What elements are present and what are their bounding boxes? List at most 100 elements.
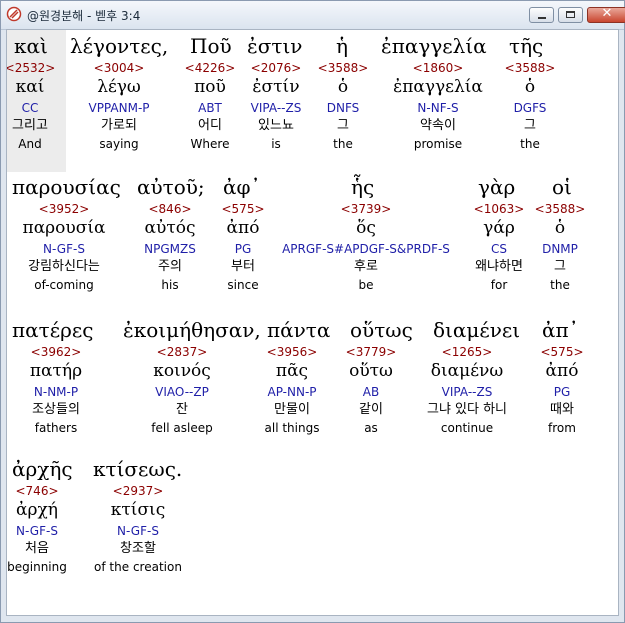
strong-number[interactable]: <575>: [540, 345, 583, 359]
english-gloss: from: [548, 421, 576, 435]
korean-gloss: 주의: [158, 259, 182, 274]
greek-lexical-form: ὁ: [337, 77, 349, 97]
title-bar[interactable]: @원경분해 - 벧후 3:4 ✕: [1, 1, 625, 30]
english-gloss: as: [364, 421, 378, 435]
korean-gloss: 약속이: [420, 118, 456, 133]
english-gloss: all things: [264, 421, 320, 435]
strong-number[interactable]: <575>: [221, 202, 264, 216]
strong-number[interactable]: <1860>: [413, 61, 464, 75]
greek-inflected-word[interactable]: ἐπαγγελία: [381, 34, 487, 58]
strong-number[interactable]: <1265>: [442, 345, 493, 359]
greek-lexical-form: ἀπό: [545, 361, 579, 381]
parsing-code: N-GF-S: [117, 524, 159, 538]
greek-inflected-word[interactable]: αὐτοῦ;: [137, 175, 205, 199]
english-gloss: of-coming: [34, 278, 94, 292]
parsing-code: N-NM-P: [33, 385, 79, 399]
korean-gloss: 같이: [359, 402, 383, 417]
english-gloss: Where: [190, 137, 230, 151]
strong-number[interactable]: <3588>: [318, 61, 369, 75]
greek-lexical-form: ἀπό: [226, 218, 260, 238]
parsing-code: ABT: [198, 101, 222, 115]
greek-inflected-word[interactable]: λέγοντες,: [70, 34, 168, 58]
parsing-code: PG: [234, 242, 252, 256]
english-gloss: since: [227, 278, 259, 292]
greek-inflected-word[interactable]: πατέρες: [12, 318, 93, 342]
greek-inflected-word[interactable]: κτίσεως.: [93, 457, 182, 481]
strong-number[interactable]: <4226>: [185, 61, 236, 75]
korean-gloss: 그: [554, 259, 566, 274]
english-gloss: fathers: [34, 421, 78, 435]
greek-lexical-form: κοινός: [153, 361, 211, 381]
strong-number[interactable]: <2837>: [157, 345, 208, 359]
maximize-button[interactable]: [558, 7, 583, 23]
greek-lexical-form: ἐπαγγελία: [393, 77, 483, 97]
korean-gloss: 그: [337, 118, 349, 133]
greek-lexical-form: αὐτός: [144, 218, 196, 238]
greek-lexical-form: ὁ: [554, 218, 566, 238]
strong-number[interactable]: <3588>: [535, 202, 586, 216]
interlinear-panel[interactable]: καὶ <2532> καί CC 그리고 And λέγοντες, <3004> λέγω V…: [6, 29, 619, 616]
maximize-icon: [566, 11, 575, 18]
greek-lexical-form: ἀρχή: [16, 500, 58, 520]
strong-number[interactable]: <3588>: [505, 61, 556, 75]
greek-lexical-form: οὕτω: [349, 361, 393, 381]
strong-number[interactable]: <846>: [148, 202, 191, 216]
greek-inflected-word[interactable]: παρουσίας: [12, 175, 121, 199]
greek-lexical-form: παρουσία: [22, 218, 106, 238]
minimize-icon: [538, 17, 546, 19]
korean-gloss: 그냐 있다 하니: [426, 402, 508, 417]
strong-number[interactable]: <2937>: [113, 484, 164, 498]
greek-inflected-word[interactable]: οὕτως: [350, 318, 413, 342]
parsing-code: PG: [553, 385, 571, 399]
greek-inflected-word[interactable]: καὶ: [14, 34, 48, 58]
english-gloss: is: [271, 137, 281, 151]
strong-number[interactable]: <3779>: [346, 345, 397, 359]
english-gloss: saying: [99, 137, 139, 151]
english-gloss: continue: [440, 421, 494, 435]
english-gloss: of the creation: [94, 560, 182, 574]
greek-inflected-word[interactable]: ἀφ᾽: [223, 175, 261, 199]
strong-number[interactable]: <3956>: [267, 345, 318, 359]
english-gloss: And: [18, 137, 42, 151]
greek-inflected-word[interactable]: Ποῦ: [190, 34, 232, 58]
strong-number[interactable]: <3962>: [31, 345, 82, 359]
window-title: @원경분해 - 벧후 3:4: [27, 9, 141, 23]
close-button[interactable]: ✕: [587, 6, 625, 23]
greek-lexical-form: γάρ: [483, 218, 515, 238]
greek-lexical-form: διαμένω: [430, 361, 504, 381]
strong-number[interactable]: <2076>: [251, 61, 302, 75]
greek-lexical-form: καί: [15, 77, 45, 97]
strong-number[interactable]: <2532>: [7, 61, 55, 75]
greek-inflected-word[interactable]: ἡ: [336, 34, 348, 58]
greek-inflected-word[interactable]: γὰρ: [478, 175, 515, 199]
greek-inflected-word[interactable]: οἱ: [552, 175, 572, 199]
english-gloss: fell asleep: [151, 421, 213, 435]
english-gloss: for: [490, 278, 508, 292]
strong-number[interactable]: <3004>: [94, 61, 145, 75]
greek-inflected-word[interactable]: ἐστιν: [247, 34, 302, 58]
korean-gloss: 가로되: [101, 118, 137, 133]
strong-number[interactable]: <746>: [15, 484, 58, 498]
greek-inflected-word[interactable]: ἧς: [351, 175, 374, 199]
strong-number[interactable]: <3952>: [39, 202, 90, 216]
korean-gloss: 창조할: [120, 541, 156, 556]
korean-gloss: 후로: [354, 259, 378, 274]
greek-inflected-word[interactable]: διαμένει: [433, 318, 520, 342]
greek-inflected-word[interactable]: ἀπ᾽: [542, 318, 579, 342]
korean-gloss: 강림하신다는: [28, 259, 100, 274]
minimize-button[interactable]: [529, 7, 554, 23]
strong-number[interactable]: <3739>: [341, 202, 392, 216]
greek-inflected-word[interactable]: ἐκοιμήθησαν,: [123, 318, 261, 342]
korean-gloss: 그: [524, 118, 536, 133]
app-window: @원경분해 - 벧후 3:4 ✕ καὶ <2532> καί CC 그리고 And λέγ…: [0, 0, 625, 623]
parsing-code: N-NF-S: [417, 101, 459, 115]
greek-inflected-word[interactable]: τῆς: [509, 34, 543, 58]
strong-number[interactable]: <1063>: [474, 202, 525, 216]
parsing-code: DGFS: [513, 101, 547, 115]
greek-lexical-form: πατήρ: [29, 361, 83, 381]
parsing-code: DNMP: [542, 242, 578, 256]
english-gloss: promise: [413, 137, 463, 151]
greek-inflected-word[interactable]: πάντα: [267, 318, 330, 342]
parsing-code: AP-NN-P: [267, 385, 317, 399]
greek-inflected-word[interactable]: ἀρχῆς: [12, 457, 73, 481]
